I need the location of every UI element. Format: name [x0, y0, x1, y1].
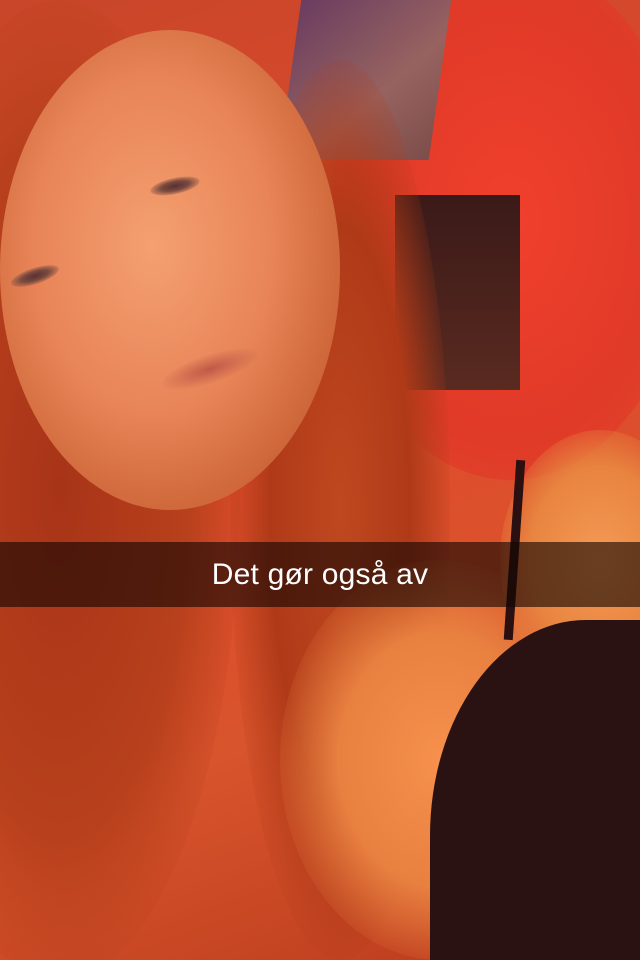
caption-text: Det gør også av	[211, 557, 429, 591]
caption-bar[interactable]: Det gør også av	[0, 542, 640, 607]
selfie-photo	[0, 0, 640, 960]
